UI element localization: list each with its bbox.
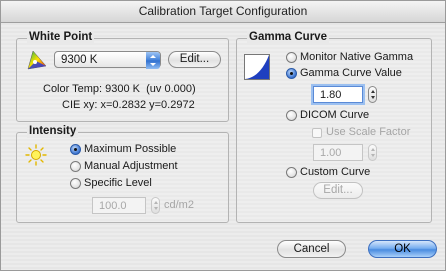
- sun-icon: [25, 144, 47, 166]
- intensity-specific-label: Specific Level: [84, 177, 152, 189]
- gamma-dicom-radio[interactable]: [286, 110, 297, 121]
- intensity-manual-label: Manual Adjustment: [84, 160, 178, 172]
- gamma-custom-radio[interactable]: [286, 167, 297, 178]
- gamma-custom-label: Custom Curve: [300, 166, 371, 178]
- gamma-monitor-native-radio[interactable]: [286, 52, 297, 63]
- scale-factor-field[interactable]: 1.00: [313, 144, 363, 161]
- gamma-curve-icon: [244, 54, 270, 80]
- cie-xy-text: CIE xy: x=0.2832 y=0.2972: [62, 99, 195, 111]
- intensity-specific-radio[interactable]: [70, 178, 81, 189]
- gamma-curve-title: Gamma Curve: [247, 31, 329, 44]
- gamma-value-field[interactable]: 1.80: [313, 86, 363, 103]
- window-title: Calibration Target Configuration: [1, 1, 445, 23]
- white-point-title: White Point: [27, 31, 95, 44]
- intensity-maximum-radio[interactable]: [70, 144, 81, 155]
- intensity-manual-radio[interactable]: [70, 161, 81, 172]
- gamma-value-stepper[interactable]: [368, 86, 377, 103]
- gamma-monitor-native-label: Monitor Native Gamma: [300, 51, 414, 63]
- intensity-title: Intensity: [27, 125, 79, 138]
- color-temp-text: Color Temp: 9300 K (uv 0.000): [43, 83, 196, 95]
- white-point-select-value: 9300 K: [61, 54, 98, 66]
- cancel-button[interactable]: Cancel: [277, 240, 346, 258]
- gamma-value-label: Gamma Curve Value: [300, 67, 402, 79]
- gamma-dicom-label: DICOM Curve: [300, 109, 370, 121]
- custom-curve-edit-button[interactable]: Edit...: [313, 182, 363, 199]
- gamma-value-radio[interactable]: [286, 68, 297, 79]
- intensity-level-field[interactable]: 100.0: [92, 197, 146, 214]
- intensity-maximum-label: Maximum Possible: [84, 143, 177, 155]
- use-scale-factor-label: Use Scale Factor: [326, 126, 411, 138]
- intensity-unit-label: cd/m2: [164, 199, 194, 211]
- chevron-updown-icon: [146, 52, 160, 69]
- color-gamut-icon: [25, 50, 47, 70]
- white-point-select[interactable]: 9300 K: [54, 51, 161, 69]
- use-scale-factor-checkbox[interactable]: [312, 128, 322, 138]
- white-point-edit-button[interactable]: Edit...: [168, 51, 221, 68]
- ok-button[interactable]: OK: [368, 240, 437, 258]
- scale-factor-stepper[interactable]: [368, 144, 377, 161]
- intensity-level-stepper[interactable]: [151, 197, 160, 214]
- dialog-window: Calibration Target Configuration White P…: [0, 0, 446, 271]
